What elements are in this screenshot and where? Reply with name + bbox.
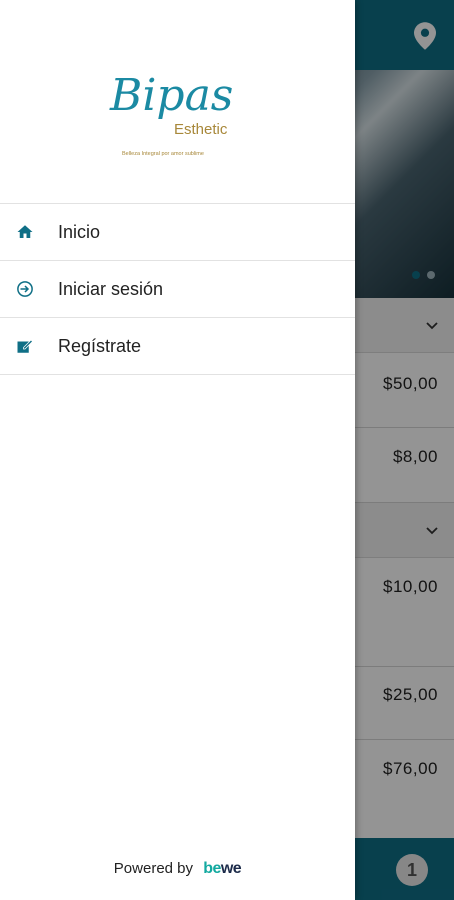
powered-by-text: Powered by xyxy=(113,860,194,877)
svg-text:Esthetic: Esthetic xyxy=(174,121,228,138)
home-icon xyxy=(15,222,35,242)
menu-item-label: Regístrate xyxy=(58,335,142,356)
svg-text:Bipas: Bipas xyxy=(109,70,233,121)
login-icon xyxy=(15,279,35,299)
brand-logo: Bipas Esthetic Belleza Integral por amor… xyxy=(109,70,233,157)
bewe-logo[interactable]: bewe xyxy=(203,860,242,877)
menu-item-iniciar-sesion[interactable]: Iniciar sesión xyxy=(0,261,355,318)
svg-text:Belleza Integral por amor subl: Belleza Integral por amor sublime xyxy=(122,151,204,157)
register-icon xyxy=(15,336,35,356)
navigation-drawer: Bipas Esthetic Belleza Integral por amor… xyxy=(0,0,355,900)
menu-item-label: Inicio xyxy=(58,221,101,242)
drawer-header: Bipas Esthetic Belleza Integral por amor… xyxy=(0,0,355,204)
menu-item-inicio[interactable]: Inicio xyxy=(0,204,355,261)
menu-item-label: Iniciar sesión xyxy=(58,278,164,299)
menu-item-registrate[interactable]: Regístrate xyxy=(0,318,355,375)
powered-by-footer: Powered by bewe xyxy=(0,860,355,878)
